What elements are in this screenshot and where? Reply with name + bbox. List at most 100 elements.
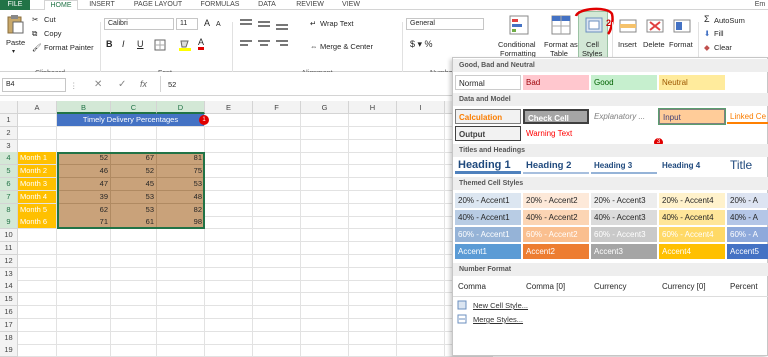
grid-cell[interactable] xyxy=(205,331,253,345)
grid-cell[interactable] xyxy=(253,139,301,153)
grid-cell[interactable] xyxy=(349,165,397,179)
name-box-dropdown-icon[interactable]: ⋮ xyxy=(70,81,78,90)
paste-button[interactable]: Paste xyxy=(6,38,25,47)
column-header-f[interactable]: F xyxy=(253,101,301,114)
grid-cell[interactable] xyxy=(397,318,445,332)
style-heading-4[interactable]: Heading 4 xyxy=(659,158,725,174)
tab-insert[interactable]: INSERT xyxy=(86,0,118,10)
grid-cell[interactable] xyxy=(397,152,445,166)
grid-cell[interactable] xyxy=(349,242,397,255)
style-linked-cell[interactable]: Linked Ce xyxy=(727,109,768,124)
grid-cell[interactable] xyxy=(57,344,111,357)
format-as-table-button[interactable]: Format as xyxy=(544,40,578,49)
column-header-b[interactable]: B xyxy=(57,101,111,114)
grid-cell[interactable] xyxy=(111,293,157,307)
grid-cell[interactable] xyxy=(253,254,301,268)
style-warning-text[interactable]: Warning Text xyxy=(523,126,589,141)
row-header-18[interactable]: 18 xyxy=(0,331,18,345)
grid-cell[interactable] xyxy=(111,280,157,294)
account-name[interactable]: Em xyxy=(752,0,768,10)
grid-cell[interactable] xyxy=(18,267,57,281)
grid-cell[interactable] xyxy=(57,293,111,307)
grid-cell[interactable] xyxy=(205,254,253,268)
grid-cell[interactable] xyxy=(111,331,157,345)
grid-cell[interactable] xyxy=(349,306,397,319)
grid-cell[interactable] xyxy=(349,318,397,332)
column-header-c[interactable]: C xyxy=(111,101,157,114)
style-row40-2[interactable]: 40% - Accent2 xyxy=(523,210,589,225)
grid-cell[interactable] xyxy=(349,229,397,243)
grid-cell[interactable] xyxy=(57,280,111,294)
grid-cell[interactable] xyxy=(157,344,205,357)
style-row60-2[interactable]: 60% - Accent2 xyxy=(523,227,589,242)
row-header-15[interactable]: 15 xyxy=(0,293,18,307)
grid-cell[interactable] xyxy=(111,126,157,140)
row-header-5[interactable]: 5 xyxy=(0,165,18,179)
grid-cell[interactable] xyxy=(157,267,205,281)
merge-styles-menu-item[interactable]: Merge Styles... xyxy=(473,314,523,325)
grid-cell[interactable] xyxy=(157,254,205,268)
tab-page-layout[interactable]: PAGE LAYOUT xyxy=(130,0,186,10)
grid-cell[interactable] xyxy=(301,293,349,307)
style-heading-1[interactable]: Heading 1 xyxy=(455,158,521,174)
grid-cell[interactable] xyxy=(205,242,253,255)
style-rowacc-2[interactable]: Accent2 xyxy=(523,244,589,259)
enter-icon[interactable]: ✓ xyxy=(118,80,126,90)
style-row20-3[interactable]: 20% - Accent3 xyxy=(591,193,657,208)
grid-cell[interactable] xyxy=(301,203,349,217)
grid-cell[interactable] xyxy=(111,267,157,281)
grid-cell[interactable] xyxy=(205,203,253,217)
grid-cell[interactable] xyxy=(57,126,111,140)
grid-cell[interactable] xyxy=(111,139,157,153)
grid-cell[interactable] xyxy=(253,318,301,332)
clear-button[interactable]: Clear xyxy=(714,43,732,52)
grid-cell[interactable] xyxy=(349,254,397,268)
grid-cell[interactable] xyxy=(301,280,349,294)
style-good[interactable]: Good xyxy=(591,75,657,90)
grid-cell[interactable] xyxy=(397,126,445,140)
grid-cell[interactable] xyxy=(18,126,57,140)
grid-cell[interactable] xyxy=(253,152,301,166)
grid-cell[interactable] xyxy=(397,178,445,191)
grid-cell[interactable] xyxy=(253,306,301,319)
style-currency-0[interactable]: Currency [0] xyxy=(659,279,725,294)
style-row40-3[interactable]: 40% - Accent3 xyxy=(591,210,657,225)
font-color-button[interactable]: A xyxy=(198,38,205,50)
formula-input-area[interactable] xyxy=(160,76,452,92)
grid-cell[interactable] xyxy=(205,216,253,230)
grid-cell[interactable] xyxy=(57,306,111,319)
grid-cell[interactable] xyxy=(18,318,57,332)
grid-cell[interactable] xyxy=(349,178,397,191)
grid-cell[interactable] xyxy=(301,254,349,268)
month-label-cell[interactable]: Month 3 xyxy=(18,178,57,191)
grid-cell[interactable] xyxy=(397,139,445,153)
shrink-font-button[interactable]: A xyxy=(216,20,221,29)
grid-cell[interactable] xyxy=(205,280,253,294)
grid-cell[interactable] xyxy=(397,293,445,307)
tab-view[interactable]: VIEW xyxy=(338,0,364,10)
grid-cell[interactable] xyxy=(349,114,397,127)
row-header-12[interactable]: 12 xyxy=(0,254,18,268)
grid-cell[interactable] xyxy=(349,280,397,294)
style-rowacc-4[interactable]: Accent4 xyxy=(659,244,725,259)
style-normal[interactable]: Normal xyxy=(455,75,521,90)
grid-cell[interactable] xyxy=(349,203,397,217)
month-label-cell[interactable]: Month 2 xyxy=(18,165,57,179)
grid-cell[interactable] xyxy=(349,331,397,345)
sheet-title-cell[interactable]: Timely Delivery Percentages xyxy=(57,114,205,127)
style-heading-2[interactable]: Heading 2 xyxy=(523,158,589,174)
grid-cell[interactable] xyxy=(397,280,445,294)
grid-cell[interactable] xyxy=(57,254,111,268)
style-rowacc-3[interactable]: Accent3 xyxy=(591,244,657,259)
grid-cell[interactable] xyxy=(157,293,205,307)
grid-cell[interactable] xyxy=(18,139,57,153)
grid-cell[interactable] xyxy=(301,152,349,166)
grid-cell[interactable] xyxy=(397,306,445,319)
format-button[interactable]: Format xyxy=(669,40,693,49)
grid-cell[interactable] xyxy=(253,126,301,140)
column-header-i[interactable]: I xyxy=(397,101,445,114)
tab-file[interactable]: FILE xyxy=(0,0,30,10)
style-row20-4[interactable]: 20% - Accent4 xyxy=(659,193,725,208)
grid-cell[interactable] xyxy=(253,229,301,243)
number-format-select[interactable]: General xyxy=(406,18,484,30)
